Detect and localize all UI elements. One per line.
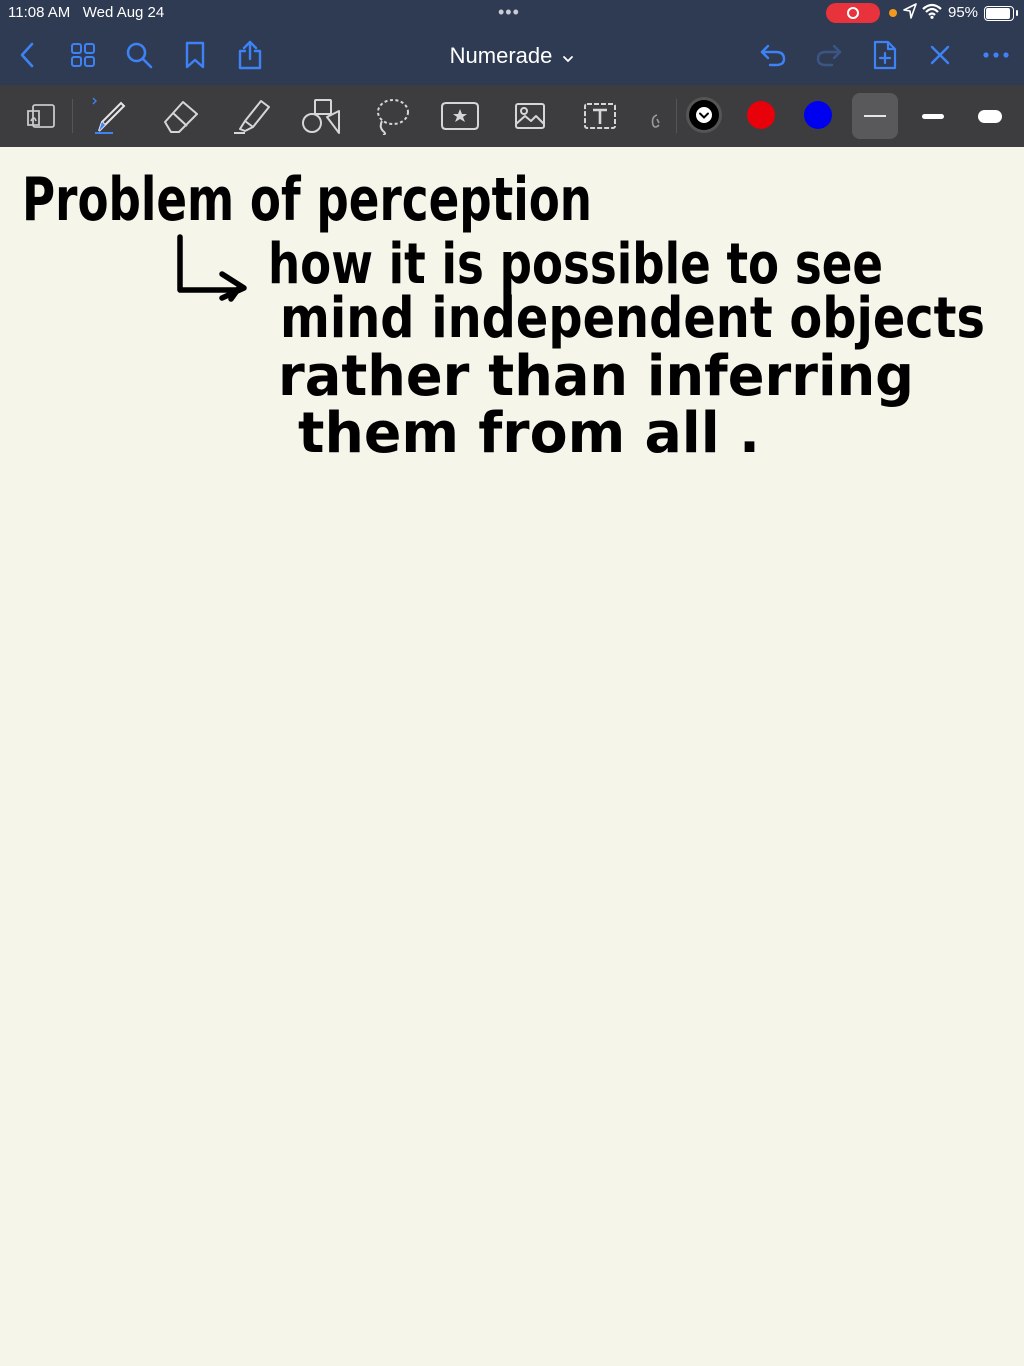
- color-swatch-blue[interactable]: [804, 101, 832, 129]
- toolbar-divider: [676, 99, 677, 133]
- status-time: 11:08 AM Wed Aug 24: [8, 4, 165, 21]
- undo-icon[interactable]: [756, 38, 790, 72]
- text-icon[interactable]: [577, 93, 623, 139]
- thin-line-icon: [864, 115, 886, 117]
- shapes-icon[interactable]: [298, 93, 344, 139]
- highlighter-icon[interactable]: [228, 93, 274, 139]
- drawing-toolbar: [0, 85, 1024, 147]
- location-arrow-icon: [903, 3, 917, 23]
- convert-to-text-icon[interactable]: [18, 93, 64, 139]
- close-icon[interactable]: [923, 38, 957, 72]
- redo-icon[interactable]: [812, 38, 846, 72]
- microphone-indicator-icon: [889, 9, 897, 17]
- heading-line: Problem of perception: [22, 165, 592, 235]
- eraser-icon[interactable]: [158, 93, 204, 139]
- image-icon[interactable]: [507, 93, 553, 139]
- battery-percentage: 95%: [948, 4, 979, 21]
- note-line-4: rather than inferring: [278, 344, 914, 409]
- stroke-thick-button[interactable]: [967, 93, 1013, 139]
- stroke-medium-button[interactable]: [910, 93, 956, 139]
- battery-icon: [984, 6, 1018, 21]
- wifi-icon: [922, 3, 942, 23]
- pen-icon[interactable]: [86, 93, 132, 139]
- more-options-icon[interactable]: [979, 38, 1013, 72]
- navigation-bar: Numerade: [0, 26, 1024, 85]
- color-swatch-red[interactable]: [747, 101, 775, 129]
- stroke-thin-button[interactable]: [852, 93, 898, 139]
- arrow-icon: [177, 234, 247, 302]
- status-date: Wed Aug 24: [82, 4, 165, 21]
- note-line-3: mind independent objects: [280, 286, 985, 351]
- handwriting-layer: Problem of perception how it is possible…: [22, 165, 985, 466]
- toolbar-divider: [72, 99, 73, 133]
- multitasking-dots-icon[interactable]: •••: [498, 2, 520, 23]
- status-bar: 11:08 AM Wed Aug 24 ••• 95%: [0, 0, 1024, 26]
- pointer-icon[interactable]: [640, 93, 670, 139]
- note-line-5: them from all .: [298, 401, 760, 466]
- elements-icon[interactable]: [437, 93, 483, 139]
- thick-line-icon: [978, 109, 1002, 123]
- add-page-icon[interactable]: [868, 38, 902, 72]
- screen-recording-icon[interactable]: [826, 3, 880, 23]
- lasso-icon[interactable]: [368, 93, 414, 139]
- medium-line-icon: [922, 113, 944, 119]
- chevron-down-icon: [562, 43, 574, 69]
- note-canvas[interactable]: Problem of perception how it is possible…: [0, 147, 1024, 1366]
- chevron-down-icon: [696, 107, 712, 123]
- color-swatch-black[interactable]: [689, 100, 719, 130]
